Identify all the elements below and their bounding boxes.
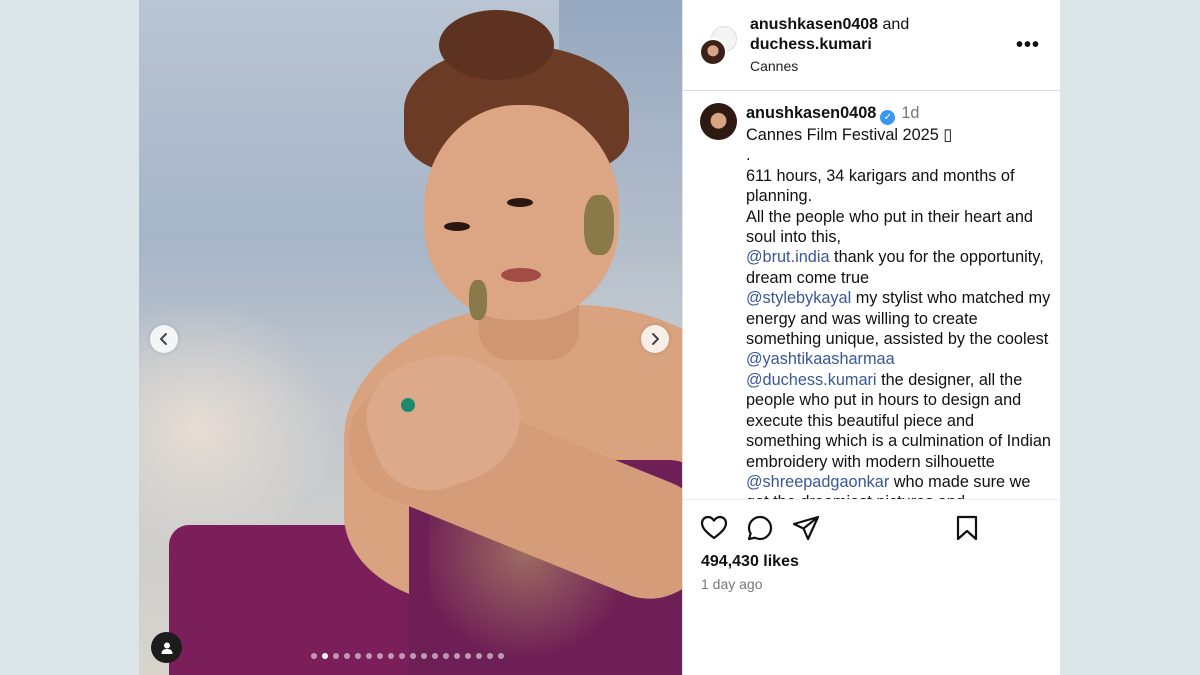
avatar[interactable] (700, 103, 737, 140)
post-footer: 494,430 likes 1 day ago (683, 499, 1061, 675)
carousel-dot (399, 653, 405, 659)
ring (401, 398, 415, 412)
chevron-left-icon (160, 333, 167, 345)
mention-link[interactable]: @shreepadgaonkar (746, 473, 889, 491)
mention-link[interactable]: @brut.india (746, 248, 830, 266)
post-time[interactable]: 1d (901, 104, 919, 122)
author-link[interactable]: duchess.kumari (750, 36, 872, 53)
eye (507, 198, 533, 207)
carousel-next-button[interactable] (641, 325, 669, 353)
carousel-dot (421, 653, 427, 659)
mention-link[interactable]: @stylebykayal (746, 289, 851, 307)
carousel-dot (476, 653, 482, 659)
verified-badge-icon: ✓ (880, 110, 896, 125)
carousel-dot (498, 653, 504, 659)
person-hair-bun (439, 10, 554, 80)
chevron-right-icon (652, 333, 659, 345)
post-authors: anushkasen0408 and duchess.kumari Cannes (750, 15, 909, 76)
tagged-users-button[interactable] (151, 632, 182, 663)
heart-icon[interactable] (700, 514, 728, 542)
carousel-dot (355, 653, 361, 659)
action-bar (700, 514, 1000, 546)
earring (584, 195, 614, 255)
caption-line: 611 hours, 34 karigars and months of pla… (746, 166, 1015, 206)
carousel-dot (465, 653, 471, 659)
carousel-dot (377, 653, 383, 659)
author-link[interactable]: anushkasen0408 (750, 16, 878, 33)
carousel-dot (487, 653, 493, 659)
post-detail-panel: anushkasen0408 and duchess.kumari Cannes… (682, 0, 1061, 675)
carousel-dot (454, 653, 460, 659)
caption-username[interactable]: anushkasen0408 (746, 104, 876, 122)
caption: anushkasen0408 ✓ 1d Cannes Film Festival 2… (746, 103, 1051, 499)
collab-avatars[interactable] (699, 26, 739, 66)
send-icon[interactable] (792, 514, 820, 542)
avatar (699, 38, 727, 66)
bookmark-icon[interactable] (954, 514, 980, 542)
mention-link[interactable]: @duchess.kumari (746, 371, 877, 389)
carousel-dot (344, 653, 350, 659)
carousel-dot (388, 653, 394, 659)
lips (501, 268, 541, 282)
carousel-dot (333, 653, 339, 659)
carousel-prev-button[interactable] (150, 325, 178, 353)
caption-scroll-area[interactable]: anushkasen0408 ✓ 1d Cannes Film Festival 2… (683, 91, 1061, 499)
location-link[interactable]: Cannes (750, 56, 909, 76)
caption-line: Cannes Film Festival 2025 ▯ (746, 126, 953, 144)
eye (444, 222, 470, 231)
and-text: and (878, 16, 910, 33)
caption-line: All the people who put in their heart an… (746, 207, 1033, 247)
mention-link[interactable]: @yashtikaasharmaa (746, 350, 895, 368)
post-header: anushkasen0408 and duchess.kumari Cannes… (683, 0, 1060, 91)
caption-line: . (746, 146, 751, 165)
carousel-indicator (311, 653, 504, 659)
carousel-dot (322, 653, 328, 659)
earring (469, 280, 487, 320)
comment-icon[interactable] (746, 514, 774, 542)
post-date[interactable]: 1 day ago (701, 576, 763, 592)
likes-count[interactable]: 494,430 likes (701, 553, 799, 571)
person-icon (161, 642, 172, 654)
carousel-dot (432, 653, 438, 659)
post-image[interactable] (139, 0, 682, 675)
carousel-dot (311, 653, 317, 659)
carousel-dot (443, 653, 449, 659)
carousel-dot (366, 653, 372, 659)
more-options-button[interactable]: ••• (1016, 34, 1040, 57)
carousel-dot (410, 653, 416, 659)
